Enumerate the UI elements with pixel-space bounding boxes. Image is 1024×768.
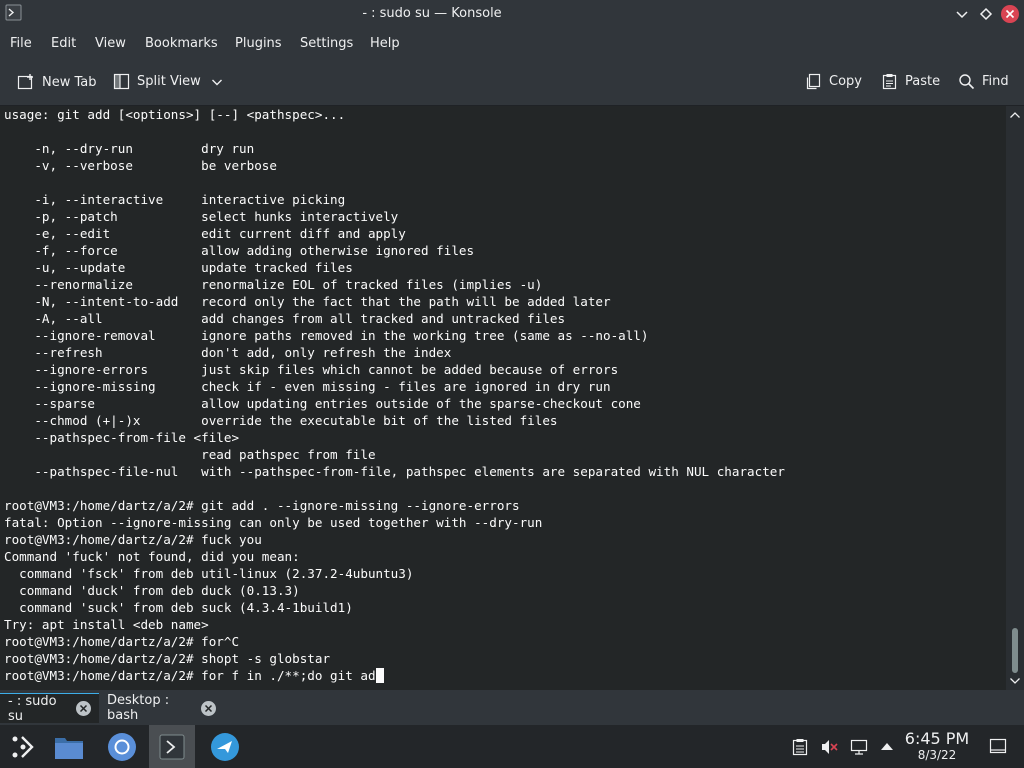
close-icon bbox=[204, 704, 213, 712]
menu-edit[interactable]: Edit bbox=[51, 36, 76, 51]
terminal-scrollbar[interactable] bbox=[1006, 106, 1024, 690]
tab-desktop-bash[interactable]: Desktop : bash bbox=[99, 693, 224, 723]
network-icon[interactable] bbox=[850, 738, 868, 756]
terminal-line: root@VM3:/home/dartz/a/2# fuck you bbox=[4, 532, 262, 547]
paste-button[interactable]: Paste bbox=[881, 73, 940, 90]
terminal-line: -f, --force allow adding otherwise ignor… bbox=[4, 243, 475, 258]
terminal-current-input: root@VM3:/home/dartz/a/2# for f in ./**;… bbox=[4, 668, 376, 683]
terminal-line: --sparse allow updating entries outside … bbox=[4, 396, 641, 411]
terminal-line: usage: git add [<options>] [--] <pathspe… bbox=[4, 107, 346, 122]
terminal-line: read pathspec from file bbox=[4, 447, 376, 462]
tab-label: Desktop : bash bbox=[107, 693, 170, 723]
terminal-line: -v, --verbose be verbose bbox=[4, 158, 277, 173]
terminal-line: root@VM3:/home/dartz/a/2# git add . --ig… bbox=[4, 498, 520, 513]
terminal-line: --ignore-missing check if - even missing… bbox=[4, 379, 611, 394]
close-button[interactable] bbox=[1001, 5, 1019, 23]
terminal-line: --renormalize renormalize EOL of tracked… bbox=[4, 277, 543, 292]
maximize-icon[interactable] bbox=[978, 6, 994, 22]
digital-clock[interactable]: 6:45 PM 8/3/22 bbox=[903, 730, 971, 763]
show-desktop-icon[interactable] bbox=[989, 738, 1007, 754]
copy-button[interactable]: Copy bbox=[805, 73, 862, 90]
show-hidden-tray-icon[interactable] bbox=[880, 740, 894, 752]
launcher-icon bbox=[12, 735, 34, 758]
new-tab-button[interactable]: New Tab bbox=[17, 73, 97, 91]
new-tab-icon bbox=[17, 74, 33, 90]
terminal-line: --chmod (+|-)x override the executable b… bbox=[4, 413, 558, 428]
menu-bar: File Edit View Bookmarks Plugins Setting… bbox=[0, 29, 1024, 59]
tab-sudo-su[interactable]: - : sudo su bbox=[0, 693, 99, 724]
tab-close-button[interactable] bbox=[76, 701, 91, 716]
menu-view[interactable]: View bbox=[95, 36, 126, 51]
taskbar: 6:45 PM 8/3/22 bbox=[0, 725, 1024, 768]
terminal-line: --pathspec-from-file <file> bbox=[4, 430, 240, 445]
toolbar: New Tab Split View Copy Paste Find bbox=[0, 59, 1024, 106]
clock-time: 6:45 PM bbox=[904, 729, 970, 748]
menu-help[interactable]: Help bbox=[370, 36, 400, 51]
terminal-line: -i, --interactive interactive picking bbox=[4, 192, 346, 207]
terminal-line: command 'duck' from deb duck (0.13.3) bbox=[4, 583, 300, 598]
terminal-icon bbox=[159, 734, 185, 759]
terminal-prompt-line[interactable]: root@VM3:/home/dartz/a/2# for f in ./**;… bbox=[4, 667, 384, 684]
find-label: Find bbox=[982, 74, 1009, 89]
file-manager-task[interactable] bbox=[46, 725, 92, 768]
konsole-task[interactable] bbox=[149, 725, 195, 768]
menu-file[interactable]: File bbox=[10, 36, 32, 51]
terminal-output[interactable]: usage: git add [<options>] [--] <pathspe… bbox=[0, 106, 1006, 690]
scroll-up-icon[interactable] bbox=[1009, 110, 1021, 120]
split-view-label: Split View bbox=[137, 74, 201, 89]
terminal-line: -e, --edit edit current diff and apply bbox=[4, 226, 406, 241]
terminal-line: root@VM3:/home/dartz/a/2# shopt -s globs… bbox=[4, 651, 331, 666]
terminal-line: --ignore-removal ignore paths removed in… bbox=[4, 328, 649, 343]
terminal-line: -n, --dry-run dry run bbox=[4, 141, 255, 156]
terminal-line: -u, --update update tracked files bbox=[4, 260, 353, 275]
minimize-icon[interactable] bbox=[954, 6, 970, 22]
find-button[interactable]: Find bbox=[958, 73, 1009, 90]
title-bar: - : sudo su — Konsole bbox=[0, 0, 1024, 29]
app-task[interactable] bbox=[202, 725, 248, 768]
copy-label: Copy bbox=[829, 74, 862, 89]
tab-label: - : sudo su bbox=[8, 693, 57, 724]
terminal-line: --ignore-errors just skip files which ca… bbox=[4, 362, 619, 377]
paste-icon bbox=[882, 74, 897, 90]
plane-app-icon bbox=[211, 732, 239, 761]
window-title: - : sudo su — Konsole bbox=[362, 6, 502, 21]
close-icon bbox=[1005, 9, 1015, 19]
clock-date: 8/3/22 bbox=[917, 748, 957, 762]
paste-label: Paste bbox=[905, 74, 941, 89]
tab-close-button[interactable] bbox=[201, 700, 216, 716]
close-icon bbox=[79, 704, 88, 713]
copy-icon bbox=[806, 73, 821, 90]
terminal-line: -p, --patch select hunks interactively bbox=[4, 209, 399, 224]
volume-muted-icon[interactable] bbox=[820, 738, 838, 756]
terminal-line: --refresh don't add, only refresh the in… bbox=[4, 345, 452, 360]
text-cursor bbox=[375, 668, 384, 683]
clipboard-icon[interactable] bbox=[792, 738, 808, 756]
menu-plugins[interactable]: Plugins bbox=[235, 36, 282, 51]
terminal-line: Command 'fuck' not found, did you mean: bbox=[4, 549, 300, 564]
new-tab-label: New Tab bbox=[42, 74, 97, 90]
split-view-icon bbox=[113, 73, 130, 90]
terminal-line: root@VM3:/home/dartz/a/2# for^C bbox=[4, 634, 240, 649]
search-icon bbox=[959, 74, 975, 90]
session-tab-bar: - : sudo su Desktop : bash bbox=[0, 690, 1024, 725]
terminal-line: command 'fsck' from deb util-linux (2.37… bbox=[4, 566, 414, 581]
menu-settings[interactable]: Settings bbox=[300, 36, 353, 51]
chromium-task[interactable] bbox=[99, 725, 145, 768]
terminal-line: -N, --intent-to-add record only the fact… bbox=[4, 294, 611, 309]
chromium-icon bbox=[108, 732, 136, 761]
split-view-button[interactable]: Split View bbox=[113, 73, 230, 90]
menu-bookmarks[interactable]: Bookmarks bbox=[145, 36, 218, 51]
scroll-down-icon[interactable] bbox=[1009, 676, 1021, 686]
scrollbar-thumb[interactable] bbox=[1012, 628, 1018, 673]
folder-icon bbox=[55, 737, 83, 759]
application-launcher[interactable] bbox=[0, 725, 46, 768]
terminal-line: -A, --all add changes from all tracked a… bbox=[4, 311, 566, 326]
terminal-line: Try: apt install <deb name> bbox=[4, 617, 209, 632]
terminal-line: fatal: Option --ignore-missing can only … bbox=[4, 515, 543, 530]
terminal-line: --pathspec-file-nul with --pathspec-from… bbox=[4, 464, 785, 479]
chevron-down-icon[interactable] bbox=[211, 76, 223, 88]
terminal-line: command 'suck' from deb suck (4.3.4-1bui… bbox=[4, 600, 353, 615]
